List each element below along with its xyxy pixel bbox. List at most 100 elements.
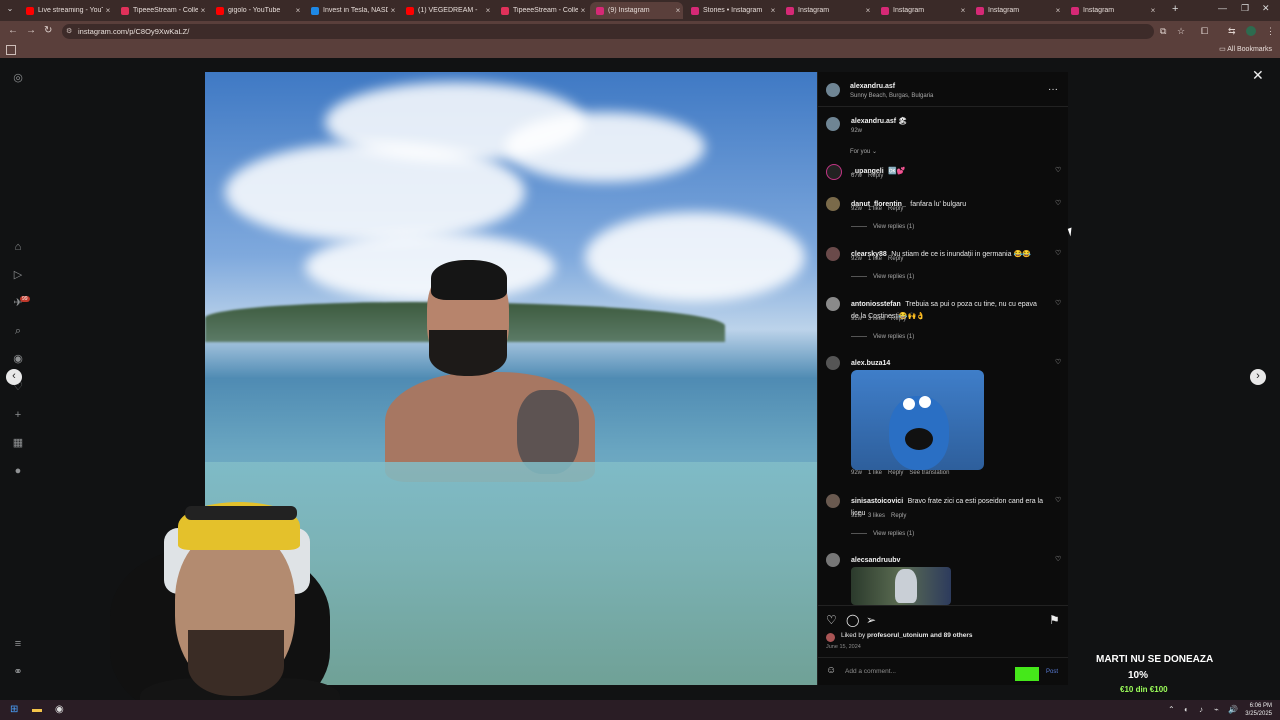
extensions-icon[interactable]: ⧠ (1201, 26, 1208, 37)
tab-close-icon[interactable]: × (483, 6, 493, 15)
comment-reply-button[interactable]: Reply (891, 513, 906, 519)
browser-tab[interactable]: Invest in Tesla, NASDA× (305, 2, 398, 19)
comment-likes[interactable]: 3 likes (868, 513, 885, 519)
commenter-avatar[interactable] (826, 164, 842, 180)
url-input[interactable]: ⚙ instagram.com/p/C8Oy9XwKaLZ/ (62, 24, 1154, 39)
more-icon[interactable]: ··· (1048, 84, 1058, 95)
create-icon[interactable]: + (11, 408, 25, 422)
tab-close-icon[interactable]: × (293, 6, 303, 15)
commenter-avatar[interactable] (826, 247, 840, 261)
post-location[interactable]: Sunny Beach, Burgas, Bulgaria (850, 93, 933, 99)
minimize-icon[interactable]: — (1218, 3, 1227, 13)
all-bookmarks[interactable]: ▭ All Bookmarks (1219, 45, 1272, 53)
commenter-avatar[interactable] (826, 197, 840, 211)
browser-tab[interactable]: Live streaming - YouTu × (20, 2, 113, 19)
comment-like-heart-icon[interactable]: ♡ (1055, 299, 1061, 307)
comment-username[interactable]: sinisastoicovici (851, 498, 903, 505)
author-avatar[interactable] (826, 83, 840, 97)
tab-close-icon[interactable]: × (103, 6, 113, 15)
previous-post-button[interactable]: ‹ (6, 369, 22, 385)
caption-avatar[interactable] (826, 117, 840, 131)
commenter-avatar[interactable] (826, 553, 840, 567)
tray-chevron-icon[interactable]: ⌃ (1168, 705, 1175, 714)
profile-avatar[interactable] (1246, 26, 1256, 36)
comment-reply-button[interactable]: Reply (888, 470, 903, 476)
tab-close-icon[interactable]: × (863, 6, 873, 15)
instagram-logo-icon[interactable]: ◎ (11, 71, 25, 85)
tab-close-icon[interactable]: × (1053, 6, 1063, 15)
view-replies-button[interactable]: View replies (1) (851, 274, 914, 280)
cast-icon[interactable]: ⧉ (1160, 26, 1166, 37)
browser-tab[interactable]: (1) VEGEDREAM - × (400, 2, 493, 19)
close-icon[interactable]: ✕ (1252, 67, 1264, 84)
comment-reply-button[interactable]: Reply (868, 173, 883, 179)
liked-by-user[interactable]: profesorul_utonium (867, 632, 928, 639)
browser-tab[interactable]: Stories • Instagram × (685, 2, 778, 19)
emoji-icon[interactable]: ☺ (826, 665, 836, 676)
comment-likes[interactable]: 1 like (868, 470, 882, 476)
browser-tab[interactable]: (9) Instagram × (590, 2, 683, 19)
threads-icon[interactable]: ⚭ (11, 665, 25, 679)
taskbar-clock[interactable]: 6:06 PM 3/25/2025 (1245, 702, 1272, 718)
back-icon[interactable]: ← (8, 25, 18, 36)
explore-icon[interactable]: ◉ (11, 352, 25, 366)
next-post-button[interactable]: › (1250, 369, 1266, 385)
comment-like-heart-icon[interactable]: ♡ (1055, 249, 1061, 257)
comment-username[interactable]: antoniosstefan (851, 301, 901, 308)
more-menu-icon[interactable]: ≡ (11, 637, 25, 651)
comment-likes[interactable]: 1 like (868, 206, 882, 212)
comment-likes[interactable]: 3 likes (868, 316, 885, 322)
restore-icon[interactable]: ❐ (1241, 3, 1249, 14)
home-icon[interactable]: ⌂ (11, 240, 25, 254)
window-close-icon[interactable]: ✕ (1262, 3, 1270, 14)
browser-tab[interactable]: TipeeeStream - Collect × (115, 2, 208, 19)
comment-username[interactable]: alex.buza14 (851, 360, 890, 367)
comment-gif-shark[interactable] (851, 567, 951, 605)
tab-close-icon[interactable]: × (768, 6, 778, 15)
commenter-avatar[interactable] (826, 356, 840, 370)
comment-reply-button[interactable]: Reply (888, 256, 903, 262)
commenter-avatar[interactable] (826, 297, 840, 311)
tab-close-icon[interactable]: × (673, 6, 683, 15)
reload-icon[interactable]: ↻ (44, 25, 52, 36)
bookmark-icon[interactable]: ⚑ (1049, 613, 1060, 627)
tab-search-icon[interactable]: ⌄ (4, 4, 16, 16)
post-date[interactable]: June 15, 2024 (826, 644, 861, 650)
tab-close-icon[interactable]: × (578, 6, 588, 15)
comment-gif-cookie-monster[interactable] (851, 370, 984, 470)
comment-like-heart-icon[interactable]: ♡ (1055, 199, 1061, 207)
comment-like-heart-icon[interactable]: ♡ (1055, 555, 1061, 563)
tab-close-icon[interactable]: × (1148, 6, 1158, 15)
forward-icon[interactable]: → (26, 25, 36, 36)
comment-icon[interactable]: ◯ (846, 613, 859, 627)
network-icon[interactable]: ⌁ (1214, 705, 1219, 714)
menu-icon[interactable]: ⋮ (1266, 26, 1275, 37)
comment-like-heart-icon[interactable]: ♡ (1055, 166, 1061, 174)
new-tab-icon[interactable]: + (1172, 3, 1178, 15)
volume-icon[interactable]: 🔊 (1228, 705, 1238, 714)
caption-user[interactable]: alexandru.asf 🏖 (851, 117, 907, 125)
sidebar-icon[interactable]: ⇆ (1228, 26, 1236, 37)
view-replies-button[interactable]: View replies (1) (851, 531, 914, 537)
tray-audio-icon[interactable]: ♪ (1199, 705, 1203, 714)
see-translation-link[interactable]: See translation (909, 470, 949, 476)
browser-tab[interactable]: gigolo - YouTube × (210, 2, 303, 19)
browser-tab[interactable]: Instagram × (875, 2, 968, 19)
post-author[interactable]: alexandru.asf (850, 83, 895, 90)
heart-icon[interactable]: ♡ (826, 613, 837, 627)
dashboard-icon[interactable]: ▦ (11, 436, 25, 450)
tray-app-icon[interactable]: ◐ (1184, 705, 1189, 714)
comment-like-heart-icon[interactable]: ♡ (1055, 358, 1061, 366)
profile-icon[interactable]: ● (11, 464, 25, 478)
browser-tab[interactable]: Instagram × (1065, 2, 1158, 19)
share-icon[interactable]: ➢ (866, 613, 876, 627)
star-icon[interactable]: ☆ (1177, 26, 1185, 37)
tab-close-icon[interactable]: × (198, 6, 208, 15)
file-explorer-icon[interactable]: ▬ (32, 704, 42, 715)
liked-by-others[interactable]: and 89 others (930, 632, 972, 639)
browser-tab[interactable]: Instagram × (780, 2, 873, 19)
comment-reply-button[interactable]: Reply (891, 316, 906, 322)
add-comment-input[interactable]: Add a comment... (845, 668, 896, 675)
tab-close-icon[interactable]: × (388, 6, 398, 15)
view-replies-button[interactable]: View replies (1) (851, 224, 914, 230)
